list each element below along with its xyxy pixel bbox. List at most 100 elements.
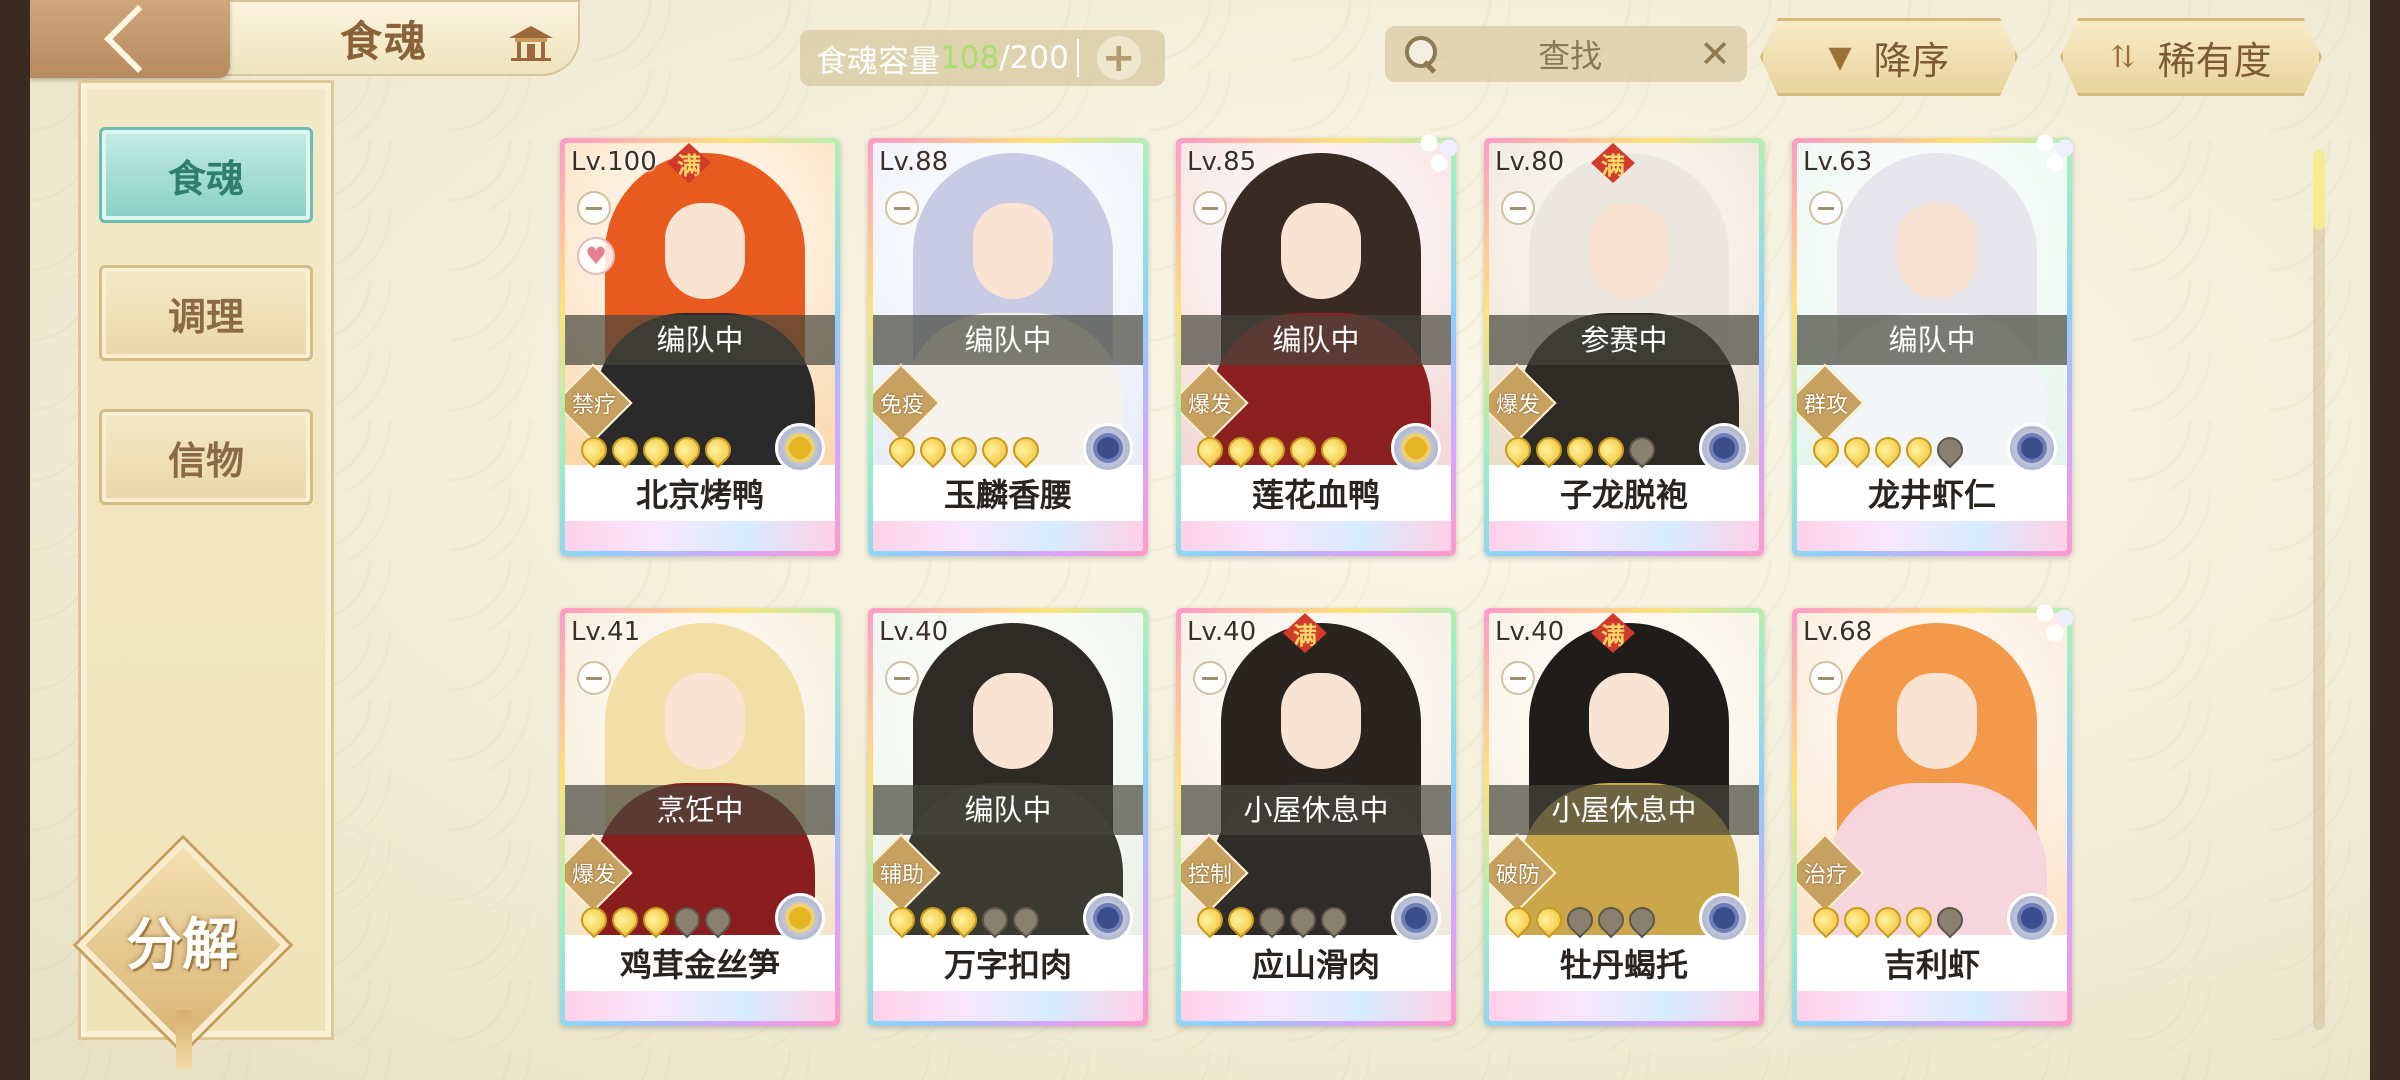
nav-tab-food-souls[interactable]: 食魂 (99, 127, 313, 223)
card-footer-decoration (565, 521, 835, 551)
star-icon (606, 901, 644, 939)
lock-toggle-icon[interactable] (1501, 661, 1535, 695)
role-label: 破防 (1495, 863, 1540, 888)
role-label: 辅助 (879, 863, 924, 888)
element-orb-icon (1699, 423, 1749, 473)
food-soul-card[interactable]: Lv.40 满小屋休息中 控制 应山滑肉 (1176, 608, 1456, 1026)
lock-toggle-icon[interactable] (1501, 191, 1535, 225)
element-orb-icon (1391, 423, 1441, 473)
card-frame: Lv.68 治疗 吉利虾 (1797, 613, 2067, 1021)
star-icon (1838, 901, 1876, 939)
star-icon (606, 431, 644, 469)
sort-order-button[interactable]: ▼ 降序 (1760, 18, 2018, 96)
favorite-heart-icon[interactable]: ♥ (577, 237, 615, 275)
star-icon (1561, 901, 1599, 939)
search-input[interactable]: 查找 (1441, 31, 1699, 77)
star-icon (1592, 431, 1630, 469)
card-status: 参赛中 (1489, 315, 1759, 365)
card-frame: Lv.85 编队中 爆发 莲花血鸭 (1181, 143, 1451, 551)
lock-toggle-icon[interactable] (885, 661, 919, 695)
nav-tab-tokens[interactable]: 信物 (99, 409, 313, 505)
clear-search-icon[interactable]: ✕ (1699, 35, 1731, 73)
star-icon (1530, 431, 1568, 469)
nav-tab-label: 食魂 (167, 155, 244, 201)
star-rating (1191, 901, 1353, 939)
card-frame: Lv.88 编队中 免疫 玉麟香腰 (873, 143, 1143, 551)
star-icon (914, 901, 952, 939)
portrait-face (665, 673, 745, 769)
decompose-label: 分解 (126, 912, 238, 978)
sort-down-icon: ▼ (1828, 39, 1852, 75)
food-soul-card[interactable]: Lv.40 编队中 辅助 万字扣肉 (868, 608, 1148, 1026)
card-status: 编队中 (873, 315, 1143, 365)
card-level: Lv.40 (879, 617, 949, 647)
card-frame: Lv.80 满参赛中 爆发 子龙脱袍 (1489, 143, 1759, 551)
lock-toggle-icon[interactable] (1809, 191, 1843, 225)
star-icon (1315, 901, 1353, 939)
star-rating (575, 431, 737, 469)
flower-ornament-icon (2030, 598, 2080, 648)
star-rating (1807, 901, 1969, 939)
food-soul-card[interactable]: Lv.63 编队中 群攻 龙井虾仁 (1792, 128, 2080, 556)
search-icon (1401, 34, 1441, 74)
nav-tab-cooking[interactable]: 调理 (99, 265, 313, 361)
food-soul-card[interactable]: Lv.40 满小屋休息中 破防 牡丹蝎托 (1484, 608, 1764, 1026)
capacity-total: /200 (999, 40, 1069, 76)
lock-toggle-icon[interactable] (1193, 191, 1227, 225)
card-name: 吉利虾 (1883, 946, 1980, 984)
food-soul-grid: Lv.100 满 ♥ 编队中 禁疗 北京烤鸭 Lv.88 编队中 免疫 玉麟香腰 Lv.85 编队中爆… (560, 128, 2120, 1038)
lock-toggle-icon[interactable] (577, 191, 611, 225)
portrait-face (1281, 673, 1361, 769)
star-icon (883, 901, 921, 939)
star-icon (1284, 901, 1322, 939)
card-level: Lv.41 (571, 617, 641, 647)
element-orb-icon (2007, 893, 2057, 943)
capacity-divider (1076, 39, 1079, 77)
food-soul-card[interactable]: Lv.88 编队中 免疫 玉麟香腰 (868, 138, 1148, 556)
home-pavilion-icon[interactable] (505, 22, 557, 62)
role-label: 爆发 (1187, 393, 1232, 418)
swap-arrows-icon: ⇅ (2110, 39, 2136, 75)
sort-rarity-button[interactable]: ⇅ 稀有度 (2060, 18, 2322, 96)
lock-toggle-icon[interactable] (1809, 661, 1843, 695)
add-capacity-button[interactable]: + (1096, 36, 1141, 80)
flower-ornament-icon (2030, 128, 2080, 178)
role-label: 禁疗 (571, 393, 616, 418)
star-icon (1900, 431, 1938, 469)
star-icon (1284, 431, 1322, 469)
element-orb-icon (1391, 893, 1441, 943)
star-icon (883, 431, 921, 469)
lock-toggle-icon[interactable] (577, 661, 611, 695)
star-icon (945, 431, 983, 469)
card-name: 玉麟香腰 (943, 476, 1072, 514)
food-soul-card[interactable]: Lv.41 烹饪中 爆发 鸡茸金丝笋 (560, 608, 840, 1026)
star-icon (1007, 431, 1045, 469)
food-soul-card[interactable]: Lv.85 编队中 爆发 莲花血鸭 (1176, 128, 1464, 556)
back-button[interactable] (30, 0, 230, 78)
tassel-ornament (176, 1010, 192, 1070)
back-arrow-icon (104, 5, 172, 73)
food-soul-card[interactable]: Lv.100 满 ♥ 编队中 禁疗 北京烤鸭 (560, 138, 840, 556)
capacity-current: 108 (940, 40, 1000, 76)
role-label: 爆发 (571, 863, 616, 888)
star-icon (575, 901, 613, 939)
role-label: 免疫 (879, 393, 924, 418)
card-footer-decoration (1489, 991, 1759, 1021)
scrollbar-thumb[interactable] (2313, 150, 2325, 230)
card-level: Lv.85 (1187, 147, 1257, 177)
portrait-face (1897, 203, 1977, 299)
star-icon (1007, 901, 1045, 939)
portrait-face (665, 203, 745, 299)
search-box[interactable]: 查找 ✕ (1385, 26, 1747, 82)
star-icon (914, 431, 952, 469)
card-name: 万字扣肉 (943, 946, 1072, 984)
lock-toggle-icon[interactable] (1193, 661, 1227, 695)
food-soul-card[interactable]: Lv.80 满参赛中 爆发 子龙脱袍 (1484, 138, 1764, 556)
card-footer-decoration (1797, 521, 2067, 551)
card-level: Lv.100 (571, 147, 657, 177)
scrollbar[interactable] (2313, 150, 2325, 1030)
role-label: 爆发 (1495, 393, 1540, 418)
food-soul-card[interactable]: Lv.68 治疗 吉利虾 (1792, 598, 2080, 1026)
lock-toggle-icon[interactable] (885, 191, 919, 225)
card-frame: Lv.63 编队中 群攻 龙井虾仁 (1797, 143, 2067, 551)
